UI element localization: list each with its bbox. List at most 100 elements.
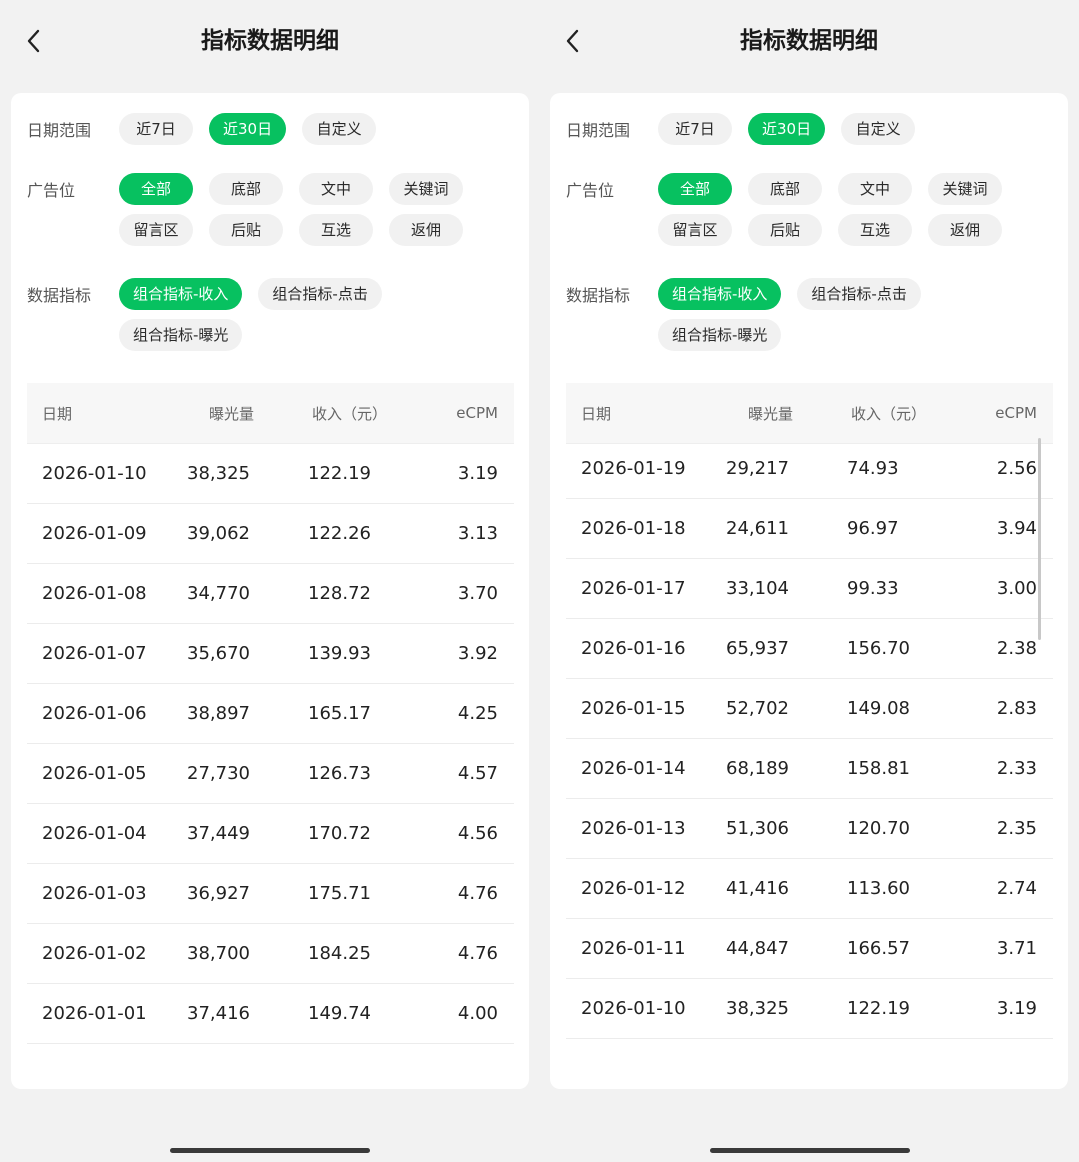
chip-ad-slot-3[interactable]: 关键词 [389,173,463,205]
header-revenue: 收入（元） [851,404,927,423]
filter-ad-slot: 广告位 全部 底部 文中 关键词 留言区 后贴 互选 返佣 [27,173,521,246]
chip-metric-0[interactable]: 组合指标-收入 [658,278,782,310]
cell-date: 2026-01-18 [581,518,686,539]
cell-date: 2026-01-15 [581,698,686,719]
chip-date-range-1[interactable]: 近30日 [209,113,287,145]
cell-revenue: 184.25 [308,943,371,964]
cell-ecpm: 4.00 [457,1003,498,1024]
cell-ecpm: 2.35 [996,818,1037,839]
chip-ad-slot-6[interactable]: 互选 [838,214,912,246]
table-header: 日期 曝光量 收入（元） eCPM [27,383,514,444]
page-title: 指标数据明细 [201,28,339,54]
header-ecpm: eCPM [995,404,1037,422]
table-row: 2026-01-01 37,416 149.74 4.00 [27,984,514,1044]
data-table: 日期 曝光量 收入（元） eCPM 2026-01-10 38,325 122.19… [27,383,514,1089]
date-range-chips: 近7日 近30日 自定义 [658,113,1018,145]
chip-metric-0[interactable]: 组合指标-收入 [119,278,243,310]
cell-impressions: 37,449 [187,823,250,844]
table-row: 2026-01-02 38,700 184.25 4.76 [27,924,514,984]
cell-date: 2026-01-10 [581,998,686,1019]
cell-date: 2026-01-04 [42,823,147,844]
cell-revenue: 156.70 [847,638,910,659]
cell-revenue: 165.17 [308,703,371,724]
screen-right: 指标数据明细 日期范围 近7日 近30日 自定义 广告位 全部 底部 文中 关键词 留言区后… [539,0,1079,1162]
cell-date: 2026-01-10 [42,463,147,484]
header-date: 日期 [42,404,73,423]
chip-ad-slot-6[interactable]: 互选 [299,214,373,246]
table-row: 2026-01-17 33,104 99.33 3.00 [566,559,1053,619]
cell-impressions: 52,702 [726,698,789,719]
cell-date: 2026-01-11 [581,938,686,959]
cell-date: 2026-01-17 [581,578,686,599]
chip-date-range-2[interactable]: 自定义 [302,113,377,145]
chip-metric-2[interactable]: 组合指标-曝光 [119,319,243,351]
header-date: 日期 [581,404,612,423]
chip-ad-slot-7[interactable]: 返佣 [928,214,1002,246]
table-row: 2026-01-15 52,702 149.08 2.83 [566,679,1053,739]
nav-bar: 指标数据明细 [0,0,540,82]
chip-ad-slot-5[interactable]: 后贴 [748,214,822,246]
cell-impressions: 44,847 [726,938,789,959]
table-row: 2026-01-10 38,325 122.19 3.19 [566,979,1053,1039]
cell-ecpm: 3.13 [457,523,498,544]
cell-date: 2026-01-08 [42,583,147,604]
cell-revenue: 113.60 [847,878,910,899]
chip-date-range-0[interactable]: 近7日 [119,113,193,145]
cell-impressions: 29,217 [726,458,789,479]
chip-date-range-0[interactable]: 近7日 [658,113,732,145]
chip-ad-slot-0[interactable]: 全部 [119,173,193,205]
home-indicator[interactable] [710,1148,910,1153]
chip-date-range-2[interactable]: 自定义 [841,113,916,145]
cell-date: 2026-01-01 [42,1003,147,1024]
cell-impressions: 68,189 [726,758,789,779]
chip-metric-1[interactable]: 组合指标-点击 [258,278,382,310]
chip-ad-slot-2[interactable]: 文中 [838,173,912,205]
header-impressions: 曝光量 [748,404,794,423]
cell-ecpm: 2.83 [996,698,1037,719]
cell-revenue: 99.33 [847,578,899,599]
chip-ad-slot-7[interactable]: 返佣 [389,214,463,246]
chip-ad-slot-4[interactable]: 留言区 [658,214,732,246]
cell-impressions: 65,937 [726,638,789,659]
cell-revenue: 149.74 [308,1003,371,1024]
chip-ad-slot-5[interactable]: 后贴 [209,214,283,246]
date-range-chips: 近7日 近30日 自定义 [119,113,479,145]
chip-metric-1[interactable]: 组合指标-点击 [797,278,921,310]
home-indicator[interactable] [170,1148,370,1153]
chip-ad-slot-4[interactable]: 留言区 [119,214,193,246]
cell-date: 2026-01-07 [42,643,147,664]
filter-label-ad-slot: 广告位 [566,181,615,200]
table-row: 2026-01-06 38,897 165.17 4.25 [27,684,514,744]
chip-date-range-1[interactable]: 近30日 [748,113,826,145]
cell-revenue: 126.73 [308,763,371,784]
chip-metric-2[interactable]: 组合指标-曝光 [658,319,782,351]
content-card: 日期范围 近7日 近30日 自定义 广告位 全部 底部 文中 关键词 留言区 后贴 互选 返佣 数… [550,93,1068,1089]
cell-revenue: 166.57 [847,938,910,959]
cell-impressions: 33,104 [726,578,789,599]
cell-revenue: 96.97 [847,518,899,539]
cell-impressions: 38,897 [187,703,250,724]
cell-ecpm: 2.56 [996,458,1037,479]
filter-metric: 数据指标 组合指标-收入 组合指标-点击 组合指标-曝光 [566,278,1060,351]
cell-revenue: 170.72 [308,823,371,844]
table-scrollbar[interactable] [1038,438,1041,640]
chip-ad-slot-2[interactable]: 文中 [299,173,373,205]
cell-revenue: 74.93 [847,458,899,479]
cell-date: 2026-01-19 [581,458,686,479]
chip-ad-slot-3[interactable]: 关键词 [928,173,1002,205]
table-row: 2026-01-19 29,217 74.93 2.56 [566,439,1053,499]
table-row: 2026-01-07 35,670 139.93 3.92 [27,624,514,684]
filter-label-metric: 数据指标 [27,286,92,305]
table-row: 2026-01-16 65,937 156.70 2.38 [566,619,1053,679]
table-row: 2026-01-11 44,847 166.57 3.71 [566,919,1053,979]
filter-metric: 数据指标 组合指标-收入 组合指标-点击 组合指标-曝光 [27,278,521,351]
chip-ad-slot-1[interactable]: 底部 [209,173,283,205]
cell-impressions: 39,062 [187,523,250,544]
table-row: 2026-01-09 39,062 122.26 3.13 [27,504,514,564]
header-ecpm: eCPM [456,404,498,422]
cell-impressions: 51,306 [726,818,789,839]
chip-ad-slot-0[interactable]: 全部 [658,173,732,205]
chip-ad-slot-1[interactable]: 底部 [748,173,822,205]
table-body: 2026-01-10 38,325 122.19 3.19 2026-01-09 39,0… [27,444,514,1044]
cell-impressions: 27,730 [187,763,250,784]
